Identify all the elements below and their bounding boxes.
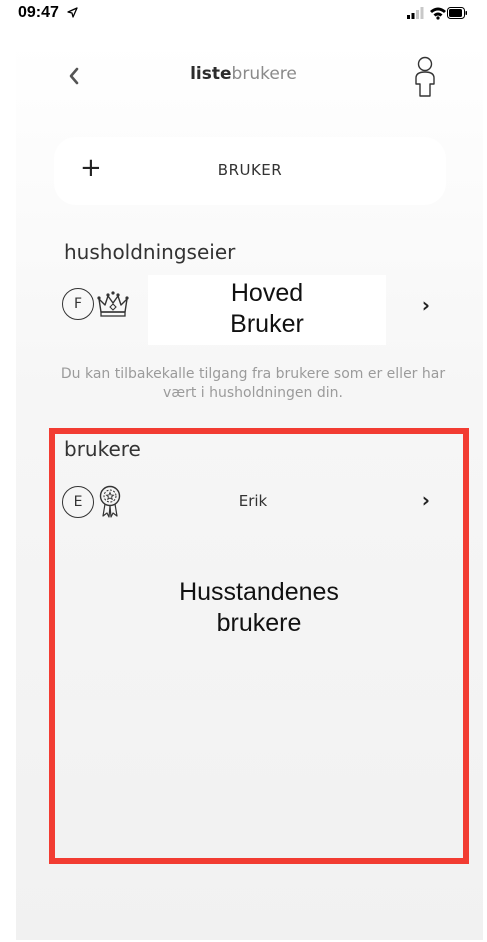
page-title-strong: liste [190,64,232,84]
crown-icon [97,291,129,317]
users-caption-line2: brukere [216,609,302,637]
user-name: Erik [238,492,268,510]
revoke-access-info: Du kan tilbakekalle tilgang fra brukere … [60,366,446,401]
owner-label-line1: Hoved [230,279,304,307]
status-icons [407,7,467,20]
chevron-right-icon: › [421,293,430,317]
cellular-signal-icon [407,7,424,19]
battery-icon [447,7,467,19]
add-user-label: BRUKER [217,161,283,179]
users-caption-line1: Husstandenes [179,578,339,606]
location-arrow-icon [67,7,78,18]
status-time: 09:47 [18,4,59,21]
users-caption: Husstandenes brukere [49,577,469,639]
page-title-light: brukere [231,64,297,84]
owner-initial-avatar: F [62,288,94,320]
owner-label-line2: Bruker [230,310,304,338]
owner-section-heading: husholdningseier [64,240,236,264]
owner-row[interactable]: F Hoved Bruker › [58,275,448,345]
wifi-icon [430,7,446,20]
user-row-erik[interactable]: E Erik › [58,485,448,525]
person-outline-icon[interactable] [412,56,438,98]
status-bar: 09:47 [0,0,487,30]
owner-label-overlay: Hoved Bruker [148,275,386,345]
users-section-heading: brukere [64,437,141,461]
add-user-button[interactable]: + BRUKER [54,137,446,205]
chevron-right-icon: › [421,488,430,512]
